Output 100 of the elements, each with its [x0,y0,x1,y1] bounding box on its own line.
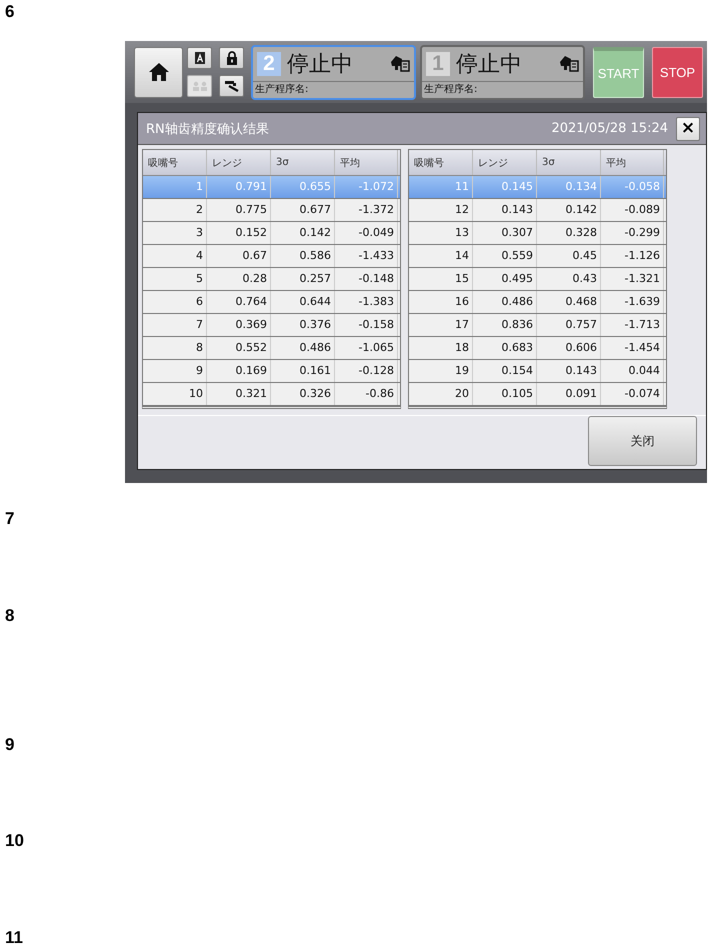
table-row[interactable]: 3 0.152 0.142 -0.049 [143,222,400,245]
table-cell: 0.321 [207,383,271,405]
table-cell: 0.836 [473,314,537,336]
table-cell: 20 [409,383,473,405]
column-header: レンジ [473,150,537,175]
table-row[interactable]: 13 0.307 0.328 -0.299 [409,222,666,245]
lane-panel[interactable]: 1 停止中 生产程序名: [420,44,585,100]
table-cell: 8 [143,337,207,359]
users-icon [192,81,208,91]
table-cell: 0.044 [601,360,664,382]
close-button[interactable]: × [676,116,700,140]
table-cell: 4 [143,245,207,267]
lane-number: 1 [426,52,450,76]
table-cell: -0.299 [601,222,664,244]
table-row[interactable]: 15 0.495 0.43 -1.321 [409,268,666,291]
table-cell: 7 [143,314,207,336]
table-cell: 2 [143,199,207,221]
lane-panel[interactable]: 2 停止中 生产程序名: [251,44,416,100]
table-cell: 0.28 [207,268,271,290]
table-cell: 0.486 [473,291,537,313]
tool-icon [224,80,240,92]
table-cell: 0.606 [537,337,601,359]
table-cell: 5 [143,268,207,290]
program-name-label: 生产程序名: [423,82,478,96]
dialog-datetime: 2021/05/28 15:24 [551,121,668,136]
stop-button[interactable]: STOP [652,46,703,98]
table-cell: -0.049 [335,222,398,244]
table-cell: 17 [409,314,473,336]
table-cell: 0.152 [207,222,271,244]
toolbar-button[interactable] [219,47,244,69]
home-button[interactable] [134,46,183,98]
toolbar-button[interactable] [187,47,212,69]
table-row[interactable]: 9 0.169 0.161 -0.128 [143,360,400,383]
table-cell: 0.683 [473,337,537,359]
column-header: 吸嘴号 [409,150,473,175]
table-row[interactable]: 14 0.559 0.45 -1.126 [409,245,666,268]
table-cell: -0.86 [335,383,398,405]
table-cell: 0.307 [473,222,537,244]
table-cell: 0.586 [271,245,335,267]
table-row[interactable]: 17 0.836 0.757 -1.713 [409,314,666,337]
table-cell: -0.158 [335,314,398,336]
table-cell: -0.148 [335,268,398,290]
table-cell: 0.552 [207,337,271,359]
table-row[interactable]: 2 0.775 0.677 -1.372 [143,199,400,222]
section-number: 11 [5,928,23,948]
table-cell: 0.257 [271,268,335,290]
close-dialog-button[interactable]: 关闭 [588,416,697,466]
table-cell: -1.065 [335,337,398,359]
table-row[interactable]: 18 0.683 0.606 -1.454 [409,337,666,360]
table-cell: 1 [143,176,207,198]
table-cell: 0.105 [473,383,537,405]
table-cell: 0.134 [537,176,601,198]
table-cell: 0.43 [537,268,601,290]
table-row[interactable]: 7 0.369 0.376 -0.158 [143,314,400,337]
table-cell: 0.091 [537,383,601,405]
table-cell: 0.145 [473,176,537,198]
table-cell: 0.143 [473,199,537,221]
table-row[interactable]: 4 0.67 0.586 -1.433 [143,245,400,268]
table-cell: 14 [409,245,473,267]
lock-icon [226,51,238,65]
table-row[interactable]: 10 0.321 0.326 -0.86 [143,383,400,406]
table-cell: 0.486 [271,337,335,359]
table-cell: 0.161 [271,360,335,382]
section-number: 6 [5,2,14,22]
table-cell: 0.791 [207,176,271,198]
table-cell: -1.372 [335,199,398,221]
table-cell: 0.67 [207,245,271,267]
section-number: 10 [5,831,24,851]
lane-status: 停止中 [287,50,354,78]
table-cell: 0.142 [271,222,335,244]
table-cell: 0.775 [207,199,271,221]
dialog-title: RN轴齿精度确认结果 [146,120,270,138]
table-cell: 19 [409,360,473,382]
section-number: 9 [5,735,14,755]
column-header: 吸嘴号 [143,150,207,175]
section-number: 8 [5,606,14,626]
table-cell: 0.143 [537,360,601,382]
feeder-icon [390,55,410,72]
table-cell: -1.072 [335,176,398,198]
home-icon [148,62,170,82]
table-row[interactable]: 8 0.552 0.486 -1.065 [143,337,400,360]
table-cell: -1.713 [601,314,664,336]
table-row[interactable]: 16 0.486 0.468 -1.639 [409,291,666,314]
table-cell: -0.089 [601,199,664,221]
table-cell: -1.126 [601,245,664,267]
table-cell: 11 [409,176,473,198]
table-row[interactable]: 19 0.154 0.143 0.044 [409,360,666,383]
table-cell: 0.764 [207,291,271,313]
table-cell: -0.128 [335,360,398,382]
table-row[interactable]: 6 0.764 0.644 -1.383 [143,291,400,314]
table-cell: 0.154 [473,360,537,382]
table-row[interactable]: 5 0.28 0.257 -0.148 [143,268,400,291]
table-cell: 0.142 [537,199,601,221]
table-cell: 0.328 [537,222,601,244]
table-row[interactable]: 12 0.143 0.142 -0.089 [409,199,666,222]
table-cell: 0.677 [271,199,335,221]
table-cell: 12 [409,199,473,221]
table-cell: 13 [409,222,473,244]
toolbar-button[interactable] [219,75,244,97]
table-row[interactable]: 20 0.105 0.091 -0.074 [409,383,666,406]
